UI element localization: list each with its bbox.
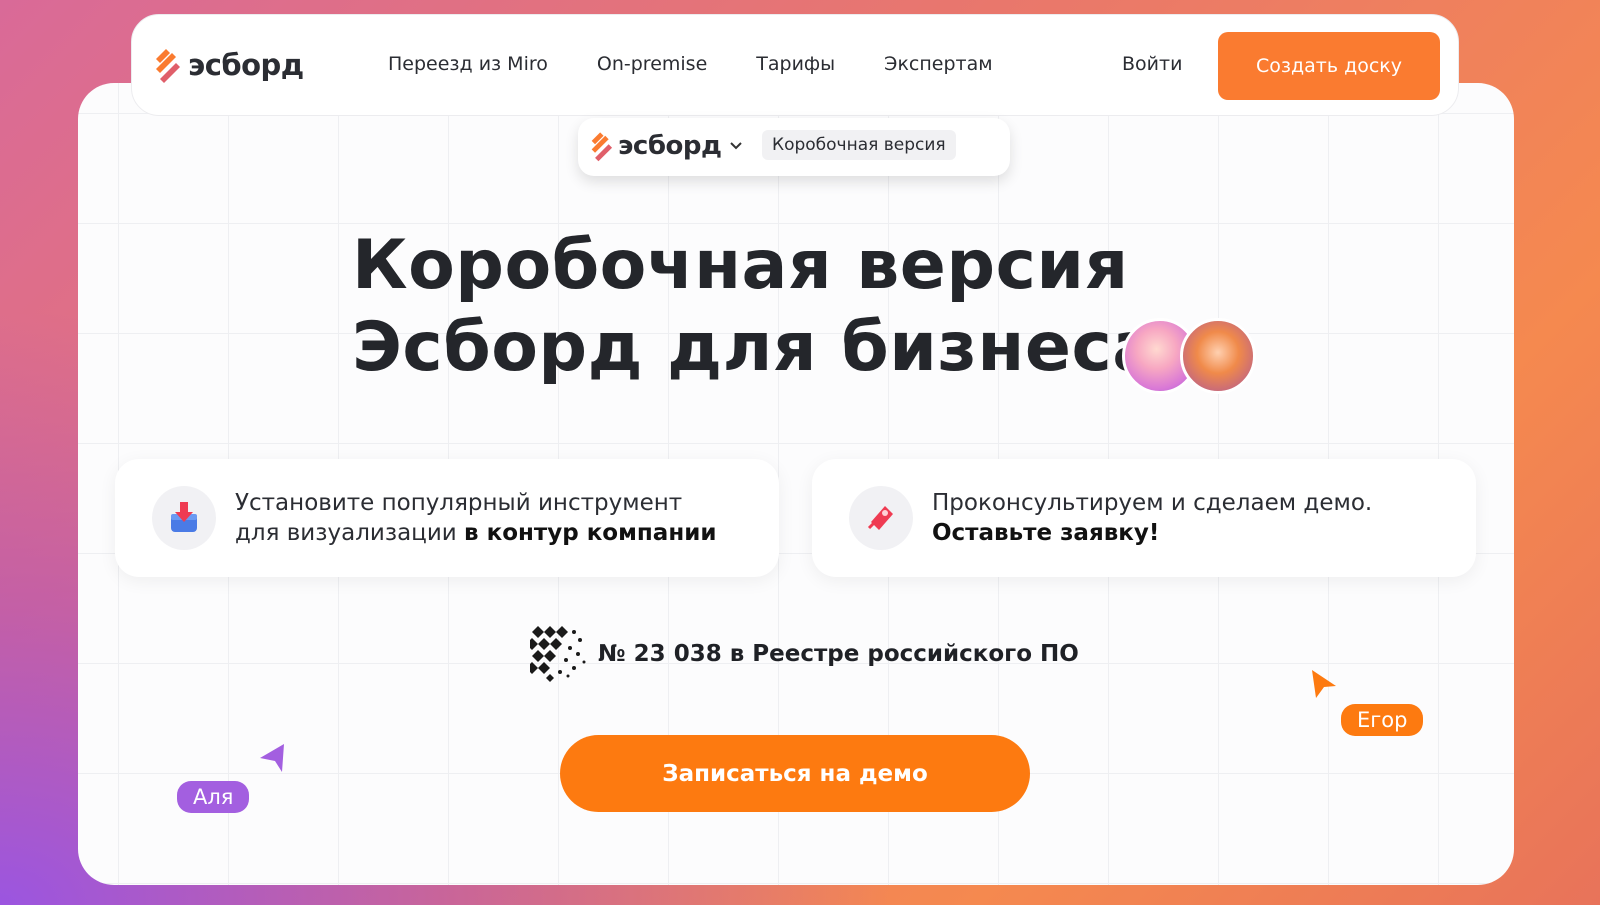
download-box-icon xyxy=(152,486,216,550)
nav-link-pricing[interactable]: Тарифы xyxy=(756,53,835,75)
product-switcher-brand[interactable]: эсборд xyxy=(588,129,743,163)
nav-link-on-premise[interactable]: On-premise xyxy=(597,53,707,75)
esbord-logo-icon xyxy=(591,132,613,162)
feature-card-demo: Проконсультируем и сделаем демо. Оставьт… xyxy=(812,459,1476,577)
feature-install-line-2: для визуализации в контур компании xyxy=(235,520,717,546)
software-registry-badge: № 23 038 в Реестре российского ПО xyxy=(530,626,1079,682)
feature-demo-line-1: Проконсультируем и сделаем демо. xyxy=(932,490,1373,516)
hero-title-line-1: Коробочная версия xyxy=(352,226,1129,305)
create-board-button[interactable]: Создать доску xyxy=(1218,32,1440,100)
avatar-egor xyxy=(1180,318,1256,394)
brand-name: эсборд xyxy=(188,48,304,82)
registry-text: № 23 038 в Реестре российского ПО xyxy=(598,641,1079,667)
product-version-tag: Коробочная версия xyxy=(762,130,956,160)
hero-title: Коробочная версия Эсборд для бизнеса xyxy=(352,225,1159,389)
product-switcher[interactable]: эсборд Коробочная версия xyxy=(578,118,1010,176)
avatar-group xyxy=(1122,318,1258,396)
feature-install-text: Установите популярный инструмент для виз… xyxy=(235,488,716,548)
feature-install-bold: в контур компании xyxy=(464,520,717,546)
chevron-down-icon xyxy=(730,142,743,150)
ticket-icon xyxy=(849,486,913,550)
cursor-alya-icon xyxy=(260,744,284,772)
top-navbar: эсборд Переезд из Miro On-premise Тарифы… xyxy=(131,14,1459,116)
esbord-logo-icon xyxy=(156,49,180,83)
main-nav: Переезд из Miro On-premise Тарифы Экспер… xyxy=(388,53,993,75)
nav-link-miro[interactable]: Переезд из Miro xyxy=(388,53,548,75)
login-link[interactable]: Войти xyxy=(1122,53,1182,75)
registry-logo-icon xyxy=(530,626,586,682)
book-demo-button[interactable]: Записаться на демо xyxy=(560,735,1030,812)
feature-demo-text: Проконсультируем и сделаем демо. Оставьт… xyxy=(932,488,1372,548)
brand-logo[interactable]: эсборд xyxy=(152,45,304,85)
feature-demo-bold: Оставьте заявку! xyxy=(932,520,1160,546)
cursor-label-egor: Егор xyxy=(1341,704,1424,736)
cursor-egor-icon xyxy=(1312,670,1336,698)
feature-demo-line-2: Оставьте заявку! xyxy=(932,518,1372,548)
feature-install-line-1: Установите популярный инструмент xyxy=(235,490,683,516)
nav-link-experts[interactable]: Экспертам xyxy=(884,53,992,75)
cursor-label-alya: Аля xyxy=(177,781,250,813)
hero-title-line-2: Эсборд для бизнеса xyxy=(352,308,1159,387)
feature-card-install: Установите популярный инструмент для виз… xyxy=(115,459,779,577)
product-switcher-brand-name: эсборд xyxy=(618,131,722,161)
